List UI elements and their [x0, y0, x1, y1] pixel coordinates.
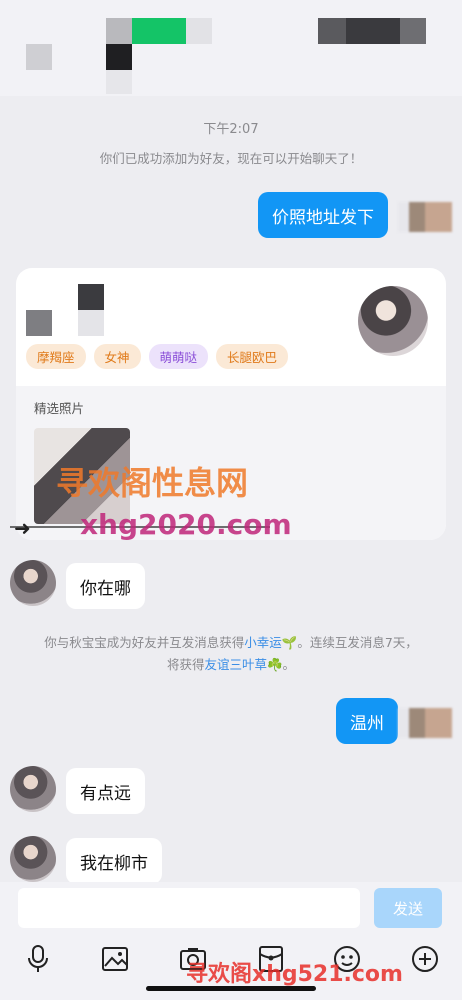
friend-added-notice: 你们已成功添加为好友，现在可以开始聊天了！: [99, 151, 363, 166]
timestamp: 下午2:07: [203, 122, 259, 137]
watermark-text: 寻欢阁性息网: [56, 464, 249, 502]
message-input[interactable]: [18, 888, 360, 928]
chat-header: [0, 0, 462, 96]
contact-avatar[interactable]: [10, 766, 56, 812]
message-text: 温州: [350, 713, 384, 734]
microphone-icon[interactable]: [21, 942, 55, 976]
friendship-streak-notice: 你与秋宝宝成为好友并互发消息获得小幸运🌱。连续互发消息7天，将获得友谊三叶草☘️…: [40, 632, 422, 676]
back-button[interactable]: [26, 44, 52, 70]
profile-tags: 摩羯座 女神 萌萌哒 长腿欧巴: [26, 344, 289, 369]
header-actions-mosaic[interactable]: [318, 18, 426, 44]
profile-name-mosaic: [26, 284, 106, 336]
watermark-text: 寻欢阁xhg521.com: [186, 962, 403, 987]
plus-icon[interactable]: [408, 942, 442, 976]
contact-name-mosaic: [106, 18, 212, 96]
profile-avatar[interactable]: [358, 286, 428, 356]
little-luck-link[interactable]: 小幸运🌱: [244, 635, 297, 650]
message-bubble-incoming[interactable]: 有点远: [66, 768, 145, 814]
image-icon[interactable]: [98, 942, 132, 976]
self-avatar: [398, 708, 452, 738]
clover-link[interactable]: 友谊三叶草☘️: [204, 657, 282, 672]
notice-text: 。: [282, 657, 296, 672]
notice-text: 你与秋宝宝成为好友并互发消息获得: [44, 635, 245, 650]
message-bubble-outgoing[interactable]: 价照地址发下: [258, 192, 388, 238]
watermark-arrow-icon: ➜: [14, 516, 31, 540]
message-text: 价照地址发下: [272, 207, 374, 228]
featured-photos-label: 精选照片: [34, 401, 85, 416]
message-text: 有点远: [80, 783, 131, 804]
message-bubble-incoming[interactable]: 我在柳市: [66, 838, 162, 884]
send-button[interactable]: 发送: [374, 888, 442, 928]
home-indicator: [146, 986, 316, 991]
contact-avatar[interactable]: [10, 836, 56, 882]
tag: 长腿欧巴: [216, 344, 289, 369]
self-avatar: [398, 202, 452, 232]
message-bubble-outgoing[interactable]: 温州: [336, 698, 398, 744]
contact-avatar[interactable]: [10, 560, 56, 606]
tag: 摩羯座: [26, 344, 86, 369]
watermark-text: xhg2020.com: [80, 508, 292, 541]
tag: 女神: [93, 344, 141, 369]
message-text: 你在哪: [80, 578, 131, 599]
tag: 萌萌哒: [148, 344, 209, 369]
message-bubble-incoming[interactable]: 你在哪: [66, 563, 145, 609]
message-text: 我在柳市: [80, 853, 148, 874]
